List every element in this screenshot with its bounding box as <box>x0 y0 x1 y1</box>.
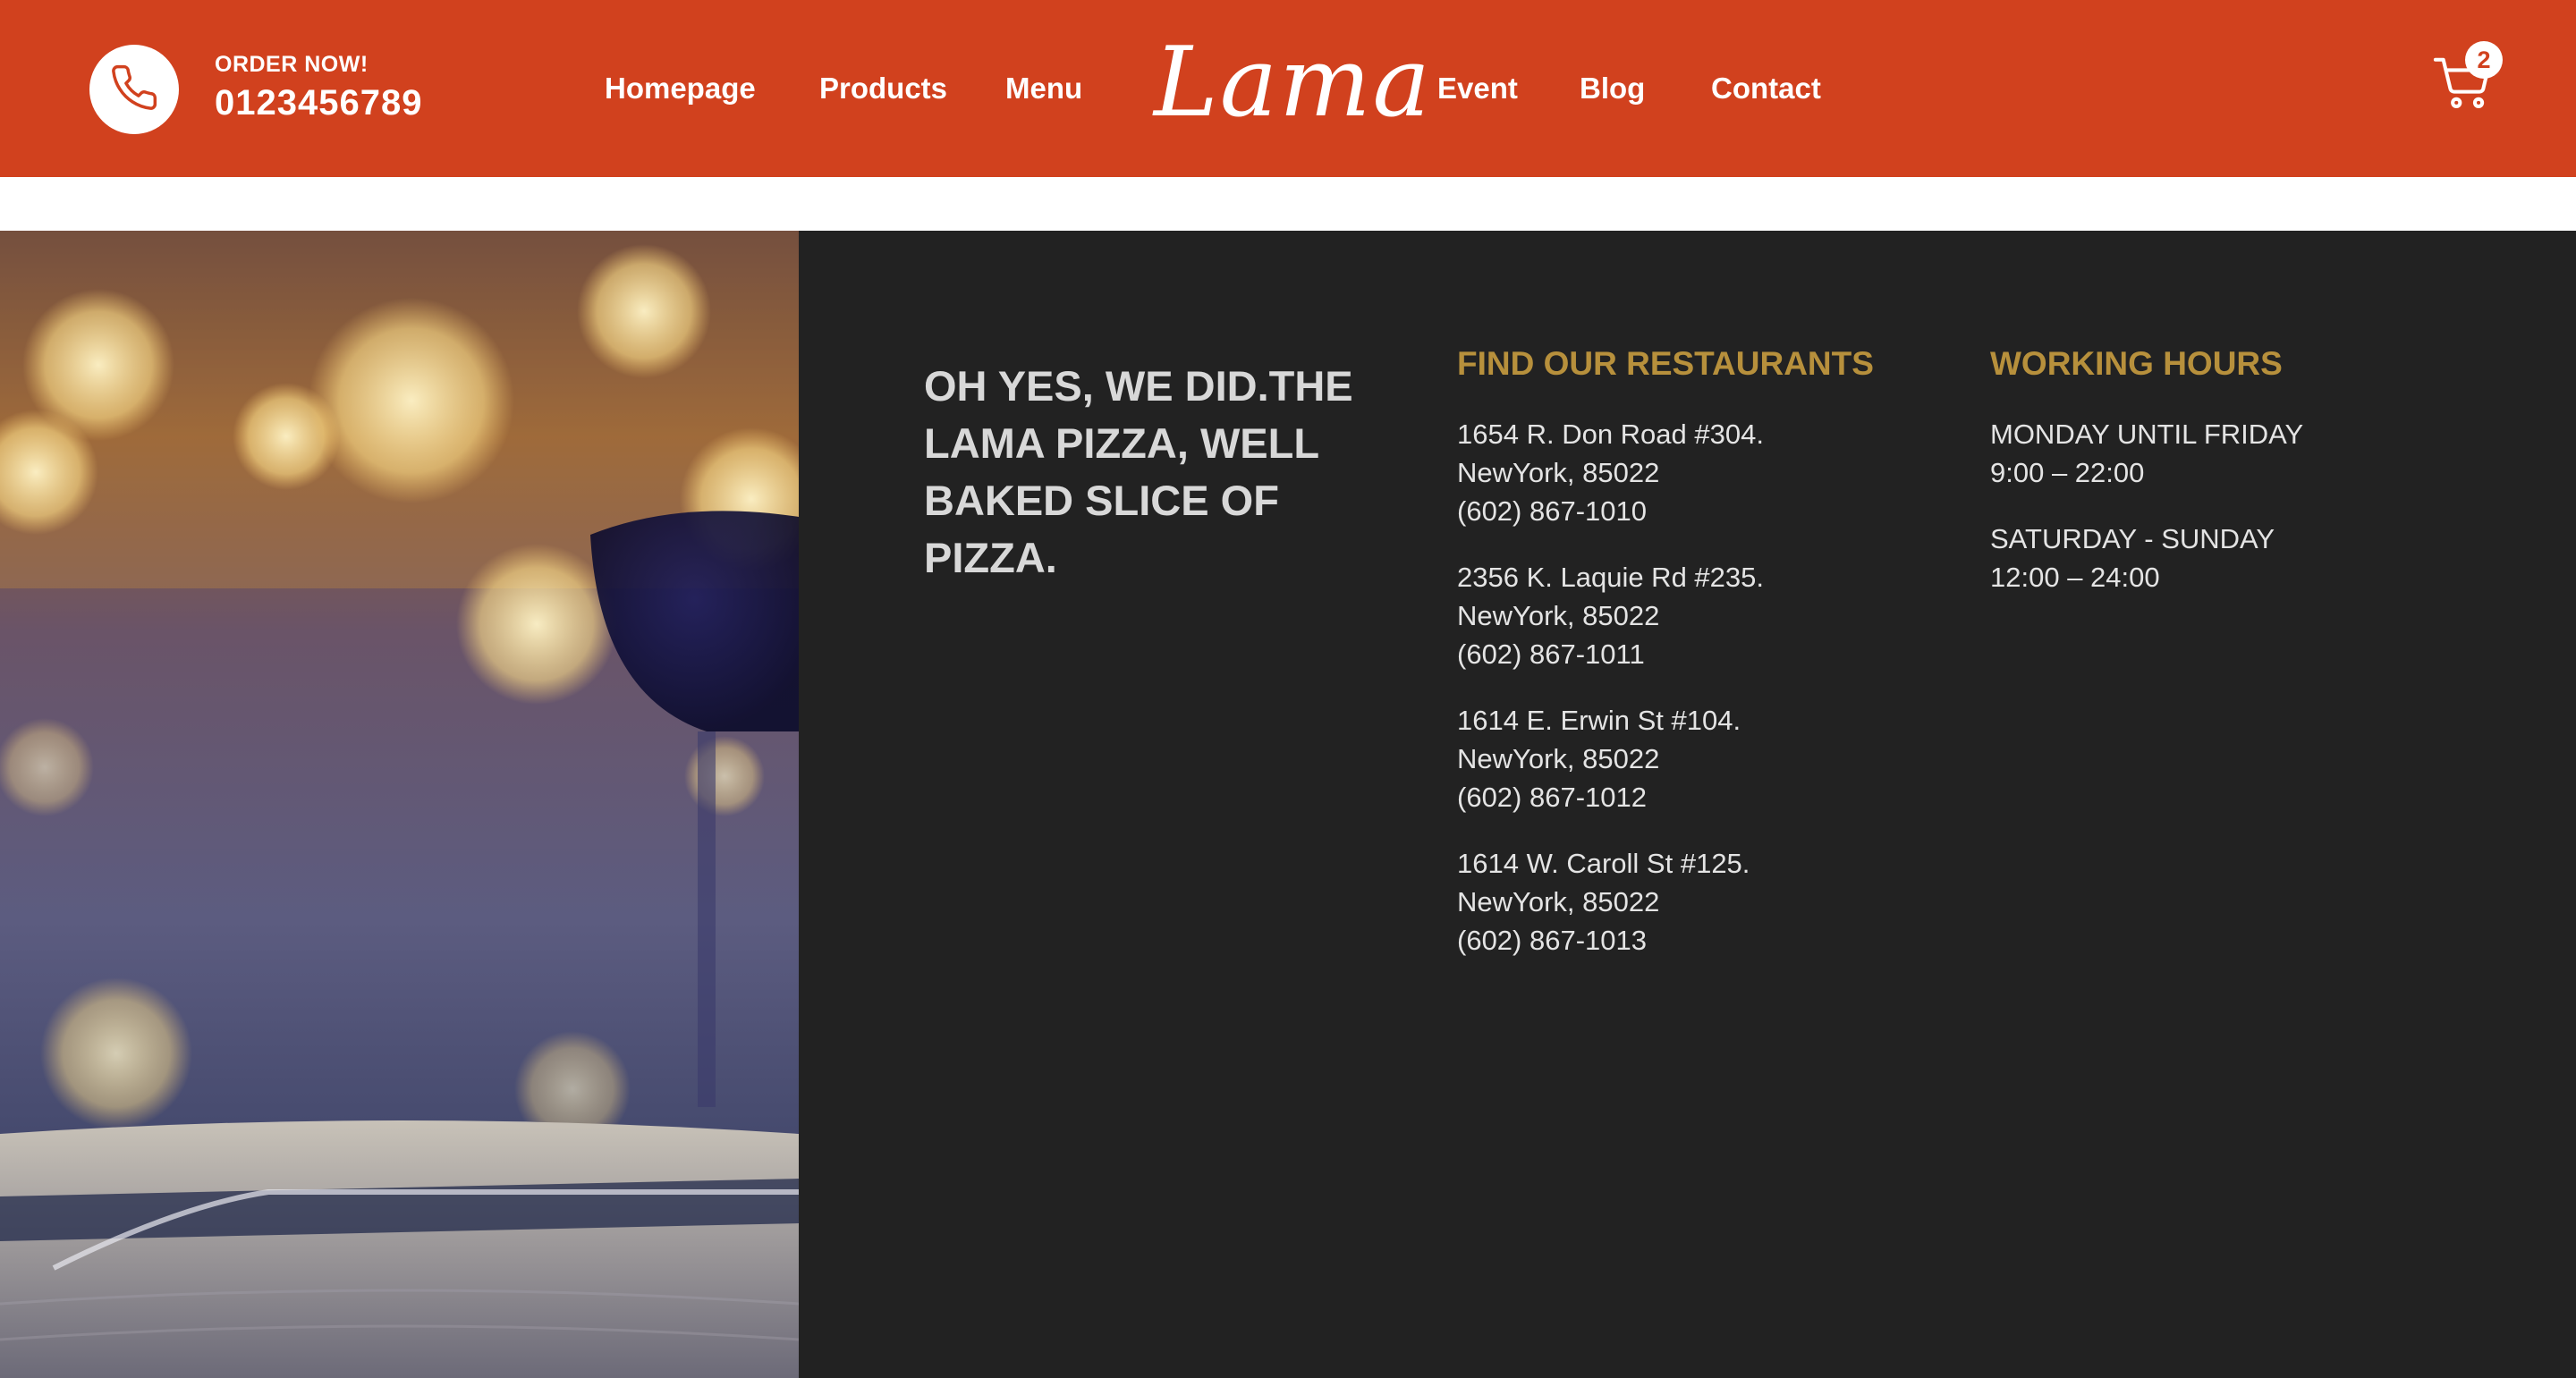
restaurant-city: NewYork, 85022 <box>1457 600 1660 631</box>
nav-homepage[interactable]: Homepage <box>605 72 756 106</box>
hours-time: 12:00 – 24:00 <box>1990 562 2160 593</box>
restaurant-phone: (602) 867-1012 <box>1457 782 1647 813</box>
nav-blog[interactable]: Blog <box>1580 72 1645 106</box>
hours-entry: MONDAY UNTIL FRIDAY 9:00 – 22:00 <box>1990 415 2303 492</box>
cart-count-badge: 2 <box>2465 41 2503 79</box>
nav-event[interactable]: Event <box>1437 72 1518 106</box>
restaurant-street: 1654 R. Don Road #304. <box>1457 418 1764 450</box>
restaurant-address: 2356 K. Laquie Rd #235. NewYork, 85022 (… <box>1457 558 1764 673</box>
navbar: ORDER NOW! 0123456789 Homepage Products … <box>0 0 2576 177</box>
restaurant-address: 1614 E. Erwin St #104. NewYork, 85022 (6… <box>1457 701 1764 816</box>
restaurant-street: 2356 K. Laquie Rd #235. <box>1457 562 1764 593</box>
order-info: ORDER NOW! 0123456789 <box>215 52 422 123</box>
restaurant-city: NewYork, 85022 <box>1457 457 1660 488</box>
logo[interactable]: Lama <box>1154 25 1432 141</box>
restaurant-street: 1614 E. Erwin St #104. <box>1457 705 1741 736</box>
footer: OH YES, WE DID.THE LAMA PIZZA, WELL BAKE… <box>0 231 2576 1378</box>
restaurant-city: NewYork, 85022 <box>1457 743 1660 774</box>
restaurant-phone: (602) 867-1011 <box>1457 638 1645 670</box>
restaurant-street: 1614 W. Caroll St #125. <box>1457 848 1750 879</box>
working-hours-title: WORKING HOURS <box>1990 345 2283 382</box>
restaurants-title: FIND OUR RESTAURANTS <box>1457 345 1874 382</box>
footer-tagline: OH YES, WE DID.THE LAMA PIZZA, WELL BAKE… <box>924 362 1353 581</box>
restaurant-photo <box>0 231 799 1378</box>
hours-time: 9:00 – 22:00 <box>1990 457 2145 488</box>
restaurants-list: 1654 R. Don Road #304. NewYork, 85022 (6… <box>1457 415 1764 987</box>
order-label: ORDER NOW! <box>215 52 369 77</box>
restaurant-phone: (602) 867-1010 <box>1457 495 1647 527</box>
nav-contact[interactable]: Contact <box>1711 72 1821 106</box>
call-button[interactable] <box>89 45 179 134</box>
working-hours-list: MONDAY UNTIL FRIDAY 9:00 – 22:00 SATURDA… <box>1990 415 2303 624</box>
phone-icon <box>109 63 159 117</box>
hours-days: SATURDAY - SUNDAY <box>1990 523 2275 554</box>
restaurant-address: 1654 R. Don Road #304. NewYork, 85022 (6… <box>1457 415 1764 530</box>
order-phone-number[interactable]: 0123456789 <box>215 83 422 123</box>
hours-entry: SATURDAY - SUNDAY 12:00 – 24:00 <box>1990 520 2303 596</box>
hours-days: MONDAY UNTIL FRIDAY <box>1990 418 2304 450</box>
restaurant-city: NewYork, 85022 <box>1457 886 1660 917</box>
restaurant-phone: (602) 867-1013 <box>1457 925 1647 956</box>
nav-menu[interactable]: Menu <box>1005 72 1082 106</box>
restaurant-address: 1614 W. Caroll St #125. NewYork, 85022 (… <box>1457 844 1764 960</box>
nav-products[interactable]: Products <box>819 72 947 106</box>
